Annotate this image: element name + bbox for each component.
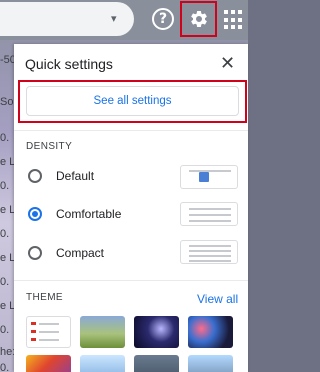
density-option-label[interactable]: Default — [56, 169, 94, 183]
highlight-box: See all settings — [18, 80, 247, 123]
density-comfortable-radio[interactable] — [28, 207, 42, 221]
snippet: e L — [0, 156, 16, 168]
snippet: e L — [0, 204, 16, 216]
help-button[interactable]: ? — [152, 8, 174, 30]
view-all-themes-link[interactable]: View all — [197, 292, 238, 306]
theme-sky-thumbnail[interactable] — [80, 355, 125, 372]
snippet: he: — [0, 346, 16, 358]
density-comfortable-preview[interactable] — [180, 202, 238, 226]
theme-fireworks-thumbnail[interactable] — [188, 316, 233, 348]
snippet: 0. — [0, 324, 10, 336]
density-heading: DENSITY — [26, 141, 73, 152]
snippet: 0. — [0, 228, 10, 240]
close-icon[interactable]: ✕ — [220, 52, 235, 76]
see-all-settings-button[interactable]: See all settings — [26, 86, 239, 116]
snippet: 0. — [0, 276, 10, 288]
divider — [14, 280, 248, 281]
theme-flowers-thumbnail[interactable] — [26, 355, 71, 372]
density-option-label[interactable]: Comfortable — [56, 207, 121, 221]
settings-button[interactable] — [180, 1, 217, 37]
snippet: 0. — [0, 132, 10, 144]
snippet: 0. — [0, 180, 10, 192]
top-bar: ▾ ? — [0, 0, 248, 40]
density-compact-preview[interactable] — [180, 240, 238, 264]
theme-heading: THEME — [26, 292, 63, 303]
search-options-caret-icon[interactable]: ▾ — [111, 12, 117, 25]
snippet: e L — [0, 252, 16, 264]
density-default-radio[interactable] — [28, 169, 42, 183]
panel-title: Quick settings — [25, 56, 113, 72]
divider — [14, 130, 248, 131]
theme-waterfall-thumbnail[interactable] — [188, 355, 233, 372]
gear-icon — [190, 10, 207, 27]
snippet: 0. — [0, 362, 10, 372]
theme-lightning-thumbnail[interactable] — [134, 316, 179, 348]
density-compact-radio[interactable] — [28, 246, 42, 260]
snippet: e L — [0, 300, 16, 312]
theme-rocks-thumbnail[interactable] — [134, 355, 179, 372]
snippet: So — [0, 96, 14, 108]
google-apps-button[interactable] — [224, 10, 244, 30]
background-mail-snippets: -50 So 0. e L 0. e L 0. e L 0. e L 0. he… — [0, 40, 16, 372]
density-default-preview[interactable] — [180, 165, 238, 189]
quick-settings-panel: Quick settings ✕ See all settings DENSIT… — [14, 44, 248, 372]
density-option-label[interactable]: Compact — [56, 246, 104, 260]
theme-meadow-thumbnail[interactable] — [80, 316, 125, 348]
theme-default-thumbnail[interactable] — [26, 316, 71, 348]
